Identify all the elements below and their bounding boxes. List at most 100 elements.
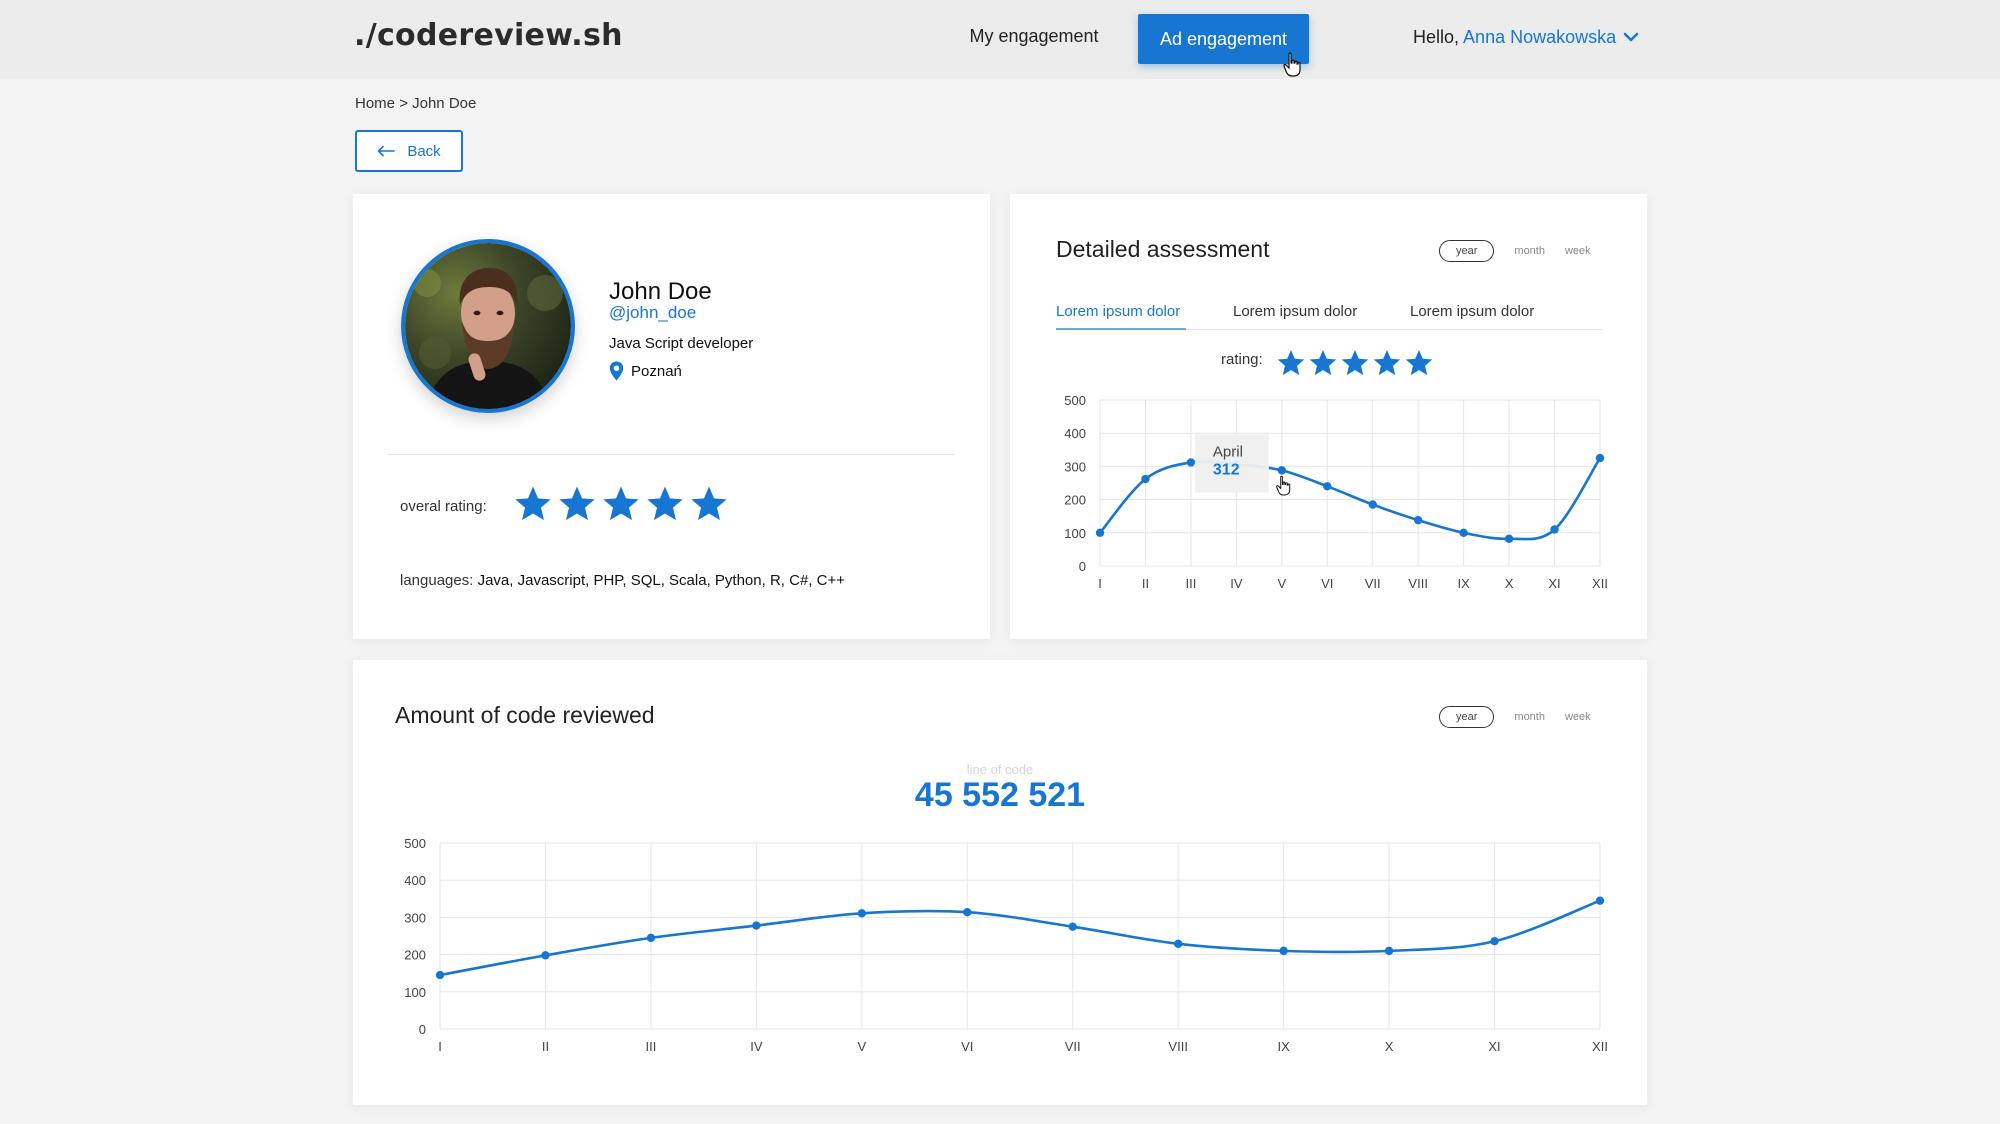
location-text: Poznań xyxy=(631,362,682,380)
code-reviewed-card: Amount of code reviewed year month week … xyxy=(353,660,1647,1105)
x-tick-label: XI xyxy=(1488,1039,1500,1054)
assessment-line-chart: 0100200300400500I II III IV V VI VII VIII IX X XI X… xyxy=(1064,393,1608,591)
x-tick-label: IV xyxy=(750,1039,763,1054)
chevron-down-icon[interactable] xyxy=(1622,30,1640,44)
x-tick-label: II xyxy=(1142,576,1149,591)
divider xyxy=(388,454,955,455)
x-tick-label: I xyxy=(1098,576,1102,591)
star-icon xyxy=(515,486,551,521)
hand-cursor-icon xyxy=(1283,52,1301,77)
code-reviewed-line-chart: 0100200300400500I II III IV V VI VII VIII IX X XI X… xyxy=(404,836,1608,1054)
data-point[interactable] xyxy=(1368,500,1377,509)
y-tick-label: 400 xyxy=(1064,426,1086,441)
data-point[interactable] xyxy=(1141,474,1150,484)
x-tick-label: IX xyxy=(1277,1039,1290,1054)
data-point[interactable] xyxy=(1173,939,1183,949)
detailed-assessment-card: Detailed assessment year month week Lore… xyxy=(1010,194,1647,639)
tooltip-value: 312 xyxy=(1213,461,1240,478)
x-tick-label: V xyxy=(857,1039,866,1054)
x-tick-label: X xyxy=(1505,576,1514,591)
profile-name: John Doe xyxy=(609,278,712,305)
x-tick-label: X xyxy=(1385,1039,1394,1054)
languages-list: Java, Javascript, PHP, SQL, Scala, Pytho… xyxy=(477,572,845,589)
y-tick-label: 200 xyxy=(404,948,426,963)
data-point[interactable] xyxy=(1186,458,1196,467)
x-tick-label: VII xyxy=(1365,576,1381,591)
y-tick-label: 100 xyxy=(1064,526,1086,541)
data-point[interactable] xyxy=(1595,896,1605,905)
arrow-left-icon xyxy=(378,145,396,157)
data-point[interactable] xyxy=(963,907,972,917)
x-tick-label: VII xyxy=(1065,1039,1081,1054)
y-tick-label: 500 xyxy=(1064,393,1086,408)
y-tick-label: 0 xyxy=(419,1022,426,1037)
breadcrumb: Home > John Doe xyxy=(355,95,476,112)
y-tick-label: 300 xyxy=(404,910,426,925)
breadcrumb-current: John Doe xyxy=(412,95,477,112)
x-tick-label: I xyxy=(438,1039,442,1054)
profile-handle[interactable]: @john_doe xyxy=(609,303,696,323)
greeting-text: Hello, xyxy=(1413,27,1460,47)
languages-label: languages: xyxy=(400,572,474,589)
data-point[interactable] xyxy=(1595,453,1605,463)
x-tick-label: XII xyxy=(1592,1039,1608,1054)
my-engagement-link[interactable]: My engagement xyxy=(950,26,1118,47)
top-navigation-bar: ./codereview.sh My engagement Ad engagem… xyxy=(0,0,2000,79)
x-tick-label: VIII xyxy=(1408,576,1428,591)
x-tick-label: VIII xyxy=(1168,1039,1188,1054)
back-button[interactable]: Back xyxy=(355,130,463,172)
profile-role: Java Script developer xyxy=(609,335,754,352)
y-tick-label: 500 xyxy=(404,836,426,851)
y-tick-label: 0 xyxy=(1079,559,1086,574)
data-point[interactable] xyxy=(1323,482,1332,491)
x-tick-label: VI xyxy=(1321,576,1333,591)
data-point[interactable] xyxy=(646,933,656,943)
breadcrumb-separator: > xyxy=(399,95,408,112)
data-point[interactable] xyxy=(1068,922,1077,931)
x-tick-label: XI xyxy=(1548,576,1560,591)
x-tick-label: V xyxy=(1277,576,1286,591)
data-point[interactable] xyxy=(1095,528,1105,537)
x-tick-label: II xyxy=(542,1039,549,1054)
y-tick-label: 400 xyxy=(404,873,426,888)
data-point[interactable] xyxy=(1384,946,1394,956)
user-greeting[interactable]: Hello, Anna Nowakowska xyxy=(1413,27,1616,48)
x-tick-label: XII xyxy=(1592,576,1608,591)
avatar xyxy=(401,239,575,413)
data-point[interactable] xyxy=(1490,937,1499,946)
location-pin-icon xyxy=(609,361,624,381)
x-tick-label: VI xyxy=(961,1039,973,1054)
languages-row: languages: Java, Javascript, PHP, SQL, S… xyxy=(400,572,845,589)
star-icon xyxy=(559,486,595,521)
breadcrumb-home[interactable]: Home xyxy=(355,95,395,112)
star-icon xyxy=(603,486,639,521)
data-point[interactable] xyxy=(1459,528,1468,537)
overall-rating-stars xyxy=(513,484,729,524)
data-point[interactable] xyxy=(435,970,445,980)
y-tick-label: 100 xyxy=(404,985,426,1000)
data-point[interactable] xyxy=(857,909,867,918)
y-tick-label: 200 xyxy=(1064,493,1086,508)
data-point[interactable] xyxy=(1504,534,1514,543)
tooltip-month: April xyxy=(1213,443,1243,460)
user-name[interactable]: Anna Nowakowska xyxy=(1463,27,1616,47)
star-icon xyxy=(647,486,683,521)
profile-card: John Doe @john_doe Java Script developer… xyxy=(353,194,990,639)
data-point[interactable] xyxy=(1413,515,1423,525)
x-tick-label: IV xyxy=(1230,576,1243,591)
data-point[interactable] xyxy=(1550,525,1559,534)
overall-rating-label: overal rating: xyxy=(400,498,487,515)
logo[interactable]: ./codereview.sh xyxy=(354,18,623,53)
series-line xyxy=(439,899,1601,977)
hand-cursor-icon xyxy=(1276,475,1291,496)
data-point[interactable] xyxy=(752,921,761,930)
data-point[interactable] xyxy=(1277,466,1287,475)
x-tick-label: III xyxy=(645,1039,656,1054)
x-tick-label: III xyxy=(1185,576,1196,591)
star-icon xyxy=(691,486,727,521)
data-point[interactable] xyxy=(541,951,550,960)
data-point[interactable] xyxy=(1279,946,1288,956)
y-tick-label: 300 xyxy=(1064,459,1086,474)
series-line xyxy=(1099,457,1602,541)
x-tick-label: IX xyxy=(1457,576,1470,591)
